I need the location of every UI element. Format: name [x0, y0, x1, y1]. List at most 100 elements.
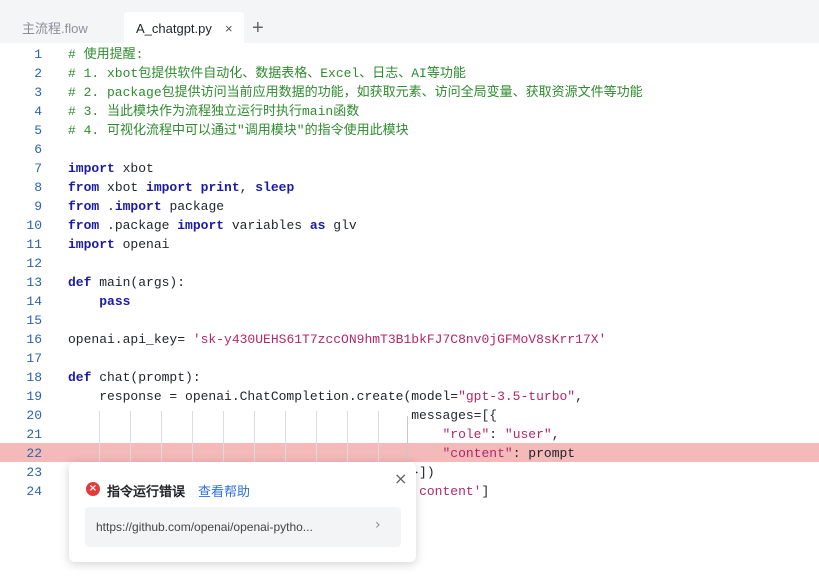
- close-tab-icon[interactable]: ×: [225, 12, 233, 46]
- line-number: 21: [26, 427, 42, 442]
- code-token: def: [68, 370, 92, 385]
- code-token: : prompt: [512, 446, 576, 461]
- code-text: import xbot: [68, 159, 154, 178]
- tab-chatgpt-py[interactable]: A_chatgpt.py ×: [124, 12, 244, 43]
- code-token: print: [200, 180, 240, 195]
- code-token: from: [68, 180, 100, 195]
- code-line[interactable]: 7 import xbot: [0, 159, 819, 178]
- line-number: 16: [26, 332, 42, 347]
- code-token: as: [309, 218, 326, 233]
- code-line[interactable]: 15: [0, 311, 819, 330]
- add-tab-icon[interactable]: +: [252, 13, 264, 43]
- code-line[interactable]: 13 def main(args):: [0, 273, 819, 292]
- code-token: # 4. 可视化流程中可以通过"调用模块"的指令使用此模块: [68, 123, 409, 138]
- view-help-link[interactable]: 查看帮助: [198, 481, 250, 500]
- line-number: 15: [26, 313, 42, 328]
- code-token: import: [68, 161, 115, 176]
- code-line[interactable]: 20 messages=[{: [0, 406, 819, 425]
- code-token: openai: [114, 237, 170, 252]
- code-token: pass: [99, 294, 131, 309]
- code-token: "user": [504, 427, 552, 442]
- code-token: .: [99, 199, 115, 214]
- code-line[interactable]: 10 from .package import variables as glv: [0, 216, 819, 235]
- tab-main-flow[interactable]: 主流程.flow: [22, 12, 88, 43]
- code-text: def chat(prompt):: [68, 368, 201, 387]
- tab-bar: 主流程.flow A_chatgpt.py × +: [0, 0, 819, 43]
- error-url-link[interactable]: https://github.com/openai/openai-pytho..…: [85, 507, 401, 547]
- line-number: 12: [26, 256, 42, 271]
- code-token: ,: [239, 180, 256, 195]
- code-text: # 使用提醒:: [68, 45, 143, 64]
- code-token: ]: [481, 484, 490, 499]
- code-token: "role": [442, 427, 490, 442]
- code-line[interactable]: 1 # 使用提醒:: [0, 45, 819, 64]
- line-number: 19: [26, 389, 42, 404]
- code-line[interactable]: 2 # 1. xbot包提供软件自动化、数据表格、Excel、日志、AI等功能: [0, 64, 819, 83]
- chevron-right-icon: ›: [375, 517, 381, 533]
- code-line[interactable]: 16 openai.api_key= 'sk-y430UEHS61T7zccON9…: [0, 330, 819, 349]
- code-text: # 3. 当此模块作为流程独立运行时执行main函数: [68, 102, 359, 121]
- code-text: from .import package: [68, 197, 224, 216]
- code-token: package: [161, 199, 225, 214]
- code-text: def main(args):: [68, 273, 185, 292]
- code-line[interactable]: 12: [0, 254, 819, 273]
- line-number: 10: [26, 218, 42, 233]
- code-token: from: [68, 199, 100, 214]
- code-token: chat(prompt):: [91, 370, 201, 385]
- error-popup: × 指令运行错误 查看帮助 × https://github.com/opena…: [69, 462, 416, 562]
- line-number: 5: [34, 123, 42, 138]
- line-number: 20: [26, 408, 42, 423]
- line-number: 6: [34, 142, 42, 157]
- line-number: 13: [26, 275, 42, 290]
- code-token: main(args):: [91, 275, 186, 290]
- code-token: # 2. package包提供访问当前应用数据的功能，如获取元素、访问全局变量、…: [68, 85, 643, 100]
- code-text: from .package import variables as glv: [68, 216, 357, 235]
- code-text: "content": prompt: [68, 444, 575, 463]
- code-text: pass: [68, 292, 130, 311]
- line-number: 4: [34, 104, 42, 119]
- tab-label: A_chatgpt.py: [136, 21, 212, 36]
- code-token: ,: [551, 427, 560, 442]
- line-number: 23: [26, 465, 42, 480]
- line-number: 3: [34, 85, 42, 100]
- code-token: import: [146, 180, 193, 195]
- code-text: # 2. package包提供访问当前应用数据的功能，如获取元素、访问全局变量、…: [68, 83, 643, 102]
- code-token: variables: [224, 218, 310, 233]
- code-token: "gpt-3.5-turbo": [458, 389, 576, 404]
- code-line[interactable]: 9 from .import package: [0, 197, 819, 216]
- line-number: 22: [26, 446, 42, 461]
- code-token: import: [68, 237, 115, 252]
- code-text: import openai: [68, 235, 169, 254]
- error-icon: ×: [86, 482, 100, 496]
- code-line[interactable]: 3 # 2. package包提供访问当前应用数据的功能，如获取元素、访问全局变量…: [0, 83, 819, 102]
- code-line[interactable]: 5 # 4. 可视化流程中可以通过"调用模块"的指令使用此模块: [0, 121, 819, 140]
- code-line[interactable]: 8 from xbot import print, sleep: [0, 178, 819, 197]
- error-url-text: https://github.com/openai/openai-pytho..…: [96, 520, 313, 534]
- code-token: import: [177, 218, 225, 233]
- code-text: response = openai.ChatCompletion.create(…: [68, 387, 583, 406]
- code-token: openai.api_key=: [68, 332, 193, 347]
- line-number: 1: [34, 47, 42, 62]
- line-number: 17: [26, 351, 42, 366]
- code-text: "role": "user",: [68, 425, 560, 444]
- code-token: 'sk-y430UEHS61T7zccON9hmT3B1bkFJ7C8nv0jG…: [192, 332, 607, 347]
- code-text: # 4. 可视化流程中可以通过"调用模块"的指令使用此模块: [68, 121, 409, 140]
- code-line[interactable]: 17: [0, 349, 819, 368]
- code-token: from: [68, 218, 100, 233]
- code-token: "content": [442, 446, 513, 461]
- code-token: sleep: [255, 180, 295, 195]
- code-token: glv: [325, 218, 357, 233]
- code-line[interactable]: 19 response = openai.ChatCompletion.crea…: [0, 387, 819, 406]
- close-icon[interactable]: ×: [394, 469, 407, 488]
- code-line[interactable]: 21 "role": "user",: [0, 425, 819, 444]
- code-line[interactable]: 11 import openai: [0, 235, 819, 254]
- code-line[interactable]: 6: [0, 140, 819, 159]
- code-line[interactable]: 18 def chat(prompt):: [0, 368, 819, 387]
- code-line[interactable]: 22 "content": prompt: [0, 444, 819, 463]
- code-line[interactable]: 4 # 3. 当此模块作为流程独立运行时执行main函数: [0, 102, 819, 121]
- code-line[interactable]: 14 pass: [0, 292, 819, 311]
